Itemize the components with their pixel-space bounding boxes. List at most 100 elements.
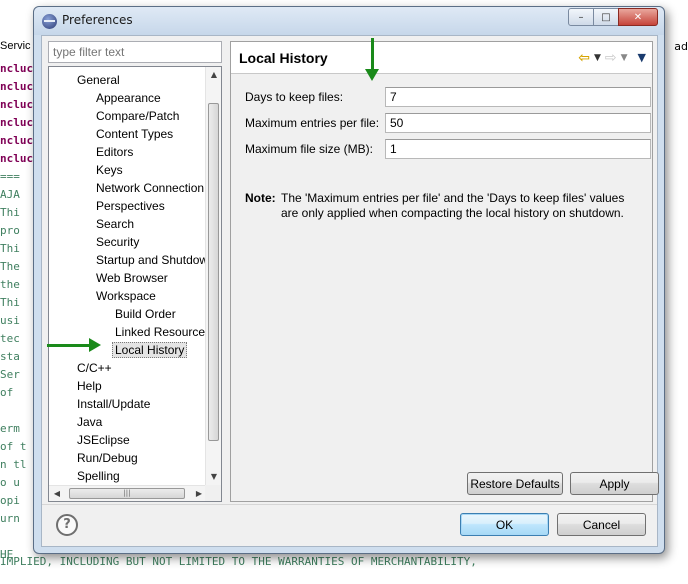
dialog-client: General Appearance Compare/Patch Content Ty… bbox=[41, 35, 659, 547]
tree-item[interactable]: Linked Resources bbox=[115, 323, 207, 341]
tree-item-label: Web Browser bbox=[96, 271, 168, 285]
background-bottom-line: IMPLIED, INCLUDING BUT NOT LIMITED TO TH… bbox=[0, 555, 477, 568]
tree-item-label: Keys bbox=[96, 163, 123, 177]
tree-item[interactable]: General bbox=[77, 71, 120, 89]
minimize-button[interactable]: – bbox=[568, 8, 594, 26]
back-arrow-icon[interactable]: ⇦ bbox=[578, 50, 590, 66]
tree-item-label: Local History bbox=[112, 342, 188, 358]
background-code-line: n tl bbox=[0, 458, 27, 471]
tree-item[interactable]: Network Connection bbox=[96, 179, 204, 197]
tree-item[interactable]: Help bbox=[77, 377, 102, 395]
days-to-keep-label: Days to keep files: bbox=[245, 90, 344, 104]
tree-item[interactable]: Content Types bbox=[96, 125, 173, 143]
background-code-line: of bbox=[0, 386, 14, 399]
background-code-line: pro bbox=[0, 224, 20, 237]
background-code-line: The bbox=[0, 260, 20, 273]
tree-item-label: Java bbox=[77, 415, 103, 429]
back-dropdown-icon[interactable]: ▼ bbox=[594, 50, 601, 66]
tree-item[interactable]: Editors bbox=[96, 143, 133, 161]
tree-item[interactable]: Startup and Shutdown bbox=[96, 251, 207, 269]
page-navigation: ⇦ ▼ ⇨ ▼ ▼ bbox=[574, 50, 646, 66]
background-code-line: Thi bbox=[0, 206, 20, 219]
background-code-line: === bbox=[0, 170, 20, 183]
tree-item[interactable]: Appearance bbox=[96, 89, 161, 107]
dialog-footer: ? OK Cancel bbox=[42, 504, 657, 546]
tree-item[interactable]: Keys bbox=[96, 161, 123, 179]
tree-item[interactable]: Spelling bbox=[77, 467, 120, 485]
tree-item[interactable]: Perspectives bbox=[96, 197, 165, 215]
preference-tree: General Appearance Compare/Patch Content Ty… bbox=[48, 66, 222, 502]
tree-item-label: Install/Update bbox=[77, 397, 151, 411]
ok-button[interactable]: OK bbox=[460, 513, 549, 536]
max-file-size-label: Maximum file size (MB): bbox=[245, 142, 374, 156]
background-code-line: ncluc bbox=[0, 134, 34, 147]
scroll-down-icon[interactable]: ▼ bbox=[206, 469, 221, 485]
tree-horizontal-scrollbar[interactable]: ◀ ||| ▶ bbox=[49, 485, 207, 501]
tree-item-label: Linked Resources bbox=[115, 325, 207, 339]
apply-button[interactable]: Apply bbox=[570, 472, 659, 495]
tree-item[interactable]: Workspace bbox=[96, 287, 156, 305]
hscroll-thumb[interactable]: ||| bbox=[69, 488, 185, 499]
close-button[interactable]: ✕ bbox=[618, 8, 658, 26]
tree-item[interactable]: Run/Debug bbox=[77, 449, 138, 467]
restore-defaults-button[interactable]: Restore Defaults bbox=[467, 472, 563, 495]
max-entries-input[interactable] bbox=[385, 113, 651, 133]
tree-item[interactable]: Security bbox=[96, 233, 139, 251]
background-code-line: the bbox=[0, 278, 20, 291]
background-code-line: o u bbox=[0, 476, 20, 489]
annotation-arrow-left bbox=[47, 338, 101, 352]
background-code-line: ncluc bbox=[0, 116, 34, 129]
tree-item-label: Workspace bbox=[96, 289, 156, 303]
tree-item-label: Appearance bbox=[96, 91, 161, 105]
tree-item-label: Startup and Shutdown bbox=[96, 253, 207, 267]
background-code-line: erm bbox=[0, 422, 20, 435]
filter-input[interactable] bbox=[48, 41, 222, 63]
tree-item-label: Search bbox=[96, 217, 135, 231]
annotation-arrow-top bbox=[365, 38, 379, 81]
tree-item-label: Build Order bbox=[115, 307, 176, 321]
cancel-button[interactable]: Cancel bbox=[557, 513, 646, 536]
tree-item[interactable]: JSEclipse bbox=[77, 431, 130, 449]
background-code-line: Thi bbox=[0, 242, 20, 255]
tree-item[interactable]: Java bbox=[77, 413, 102, 431]
background-top-fragment: Servic bbox=[0, 40, 31, 52]
days-to-keep-input[interactable] bbox=[385, 87, 651, 107]
tree-item[interactable]: Install/Update bbox=[77, 395, 150, 413]
background-code-line: of t bbox=[0, 440, 27, 453]
tree-item-label: Content Types bbox=[96, 127, 174, 141]
background-code-line: sta bbox=[0, 350, 20, 363]
title-bar[interactable]: Preferences – □ ✕ bbox=[34, 7, 664, 35]
scroll-left-icon[interactable]: ◀ bbox=[49, 486, 65, 501]
window-controls: – □ ✕ bbox=[568, 8, 658, 26]
max-file-size-input[interactable] bbox=[385, 139, 651, 159]
help-icon[interactable]: ? bbox=[56, 514, 78, 536]
maximize-button[interactable]: □ bbox=[593, 8, 619, 26]
tree-item[interactable]: Web Browser bbox=[96, 269, 168, 287]
tree-item[interactable]: Local History bbox=[112, 341, 188, 359]
background-code-line: urn bbox=[0, 512, 20, 525]
background-code-line: AJA bbox=[0, 188, 20, 201]
background-code-line: usi bbox=[0, 314, 20, 327]
background-code-line: ncluc bbox=[0, 152, 34, 165]
tree-item-label: Help bbox=[77, 379, 102, 393]
tree-item[interactable]: Compare/Patch bbox=[96, 107, 179, 125]
scroll-corner bbox=[205, 485, 221, 501]
max-entries-label: Maximum entries per file: bbox=[245, 116, 380, 130]
forward-arrow-icon[interactable]: ⇨ bbox=[605, 50, 617, 66]
scroll-up-icon[interactable]: ▲ bbox=[206, 67, 221, 83]
tree-vertical-scrollbar[interactable]: ▲ ▼ bbox=[205, 67, 221, 485]
tree-item[interactable]: C/C++ bbox=[77, 359, 112, 377]
view-menu-icon[interactable]: ▼ bbox=[638, 50, 646, 66]
scroll-thumb[interactable] bbox=[208, 103, 219, 441]
tree-item[interactable]: Build Order bbox=[115, 305, 176, 323]
background-code-line: opi bbox=[0, 494, 20, 507]
window-title: Preferences bbox=[62, 13, 133, 27]
tree-item-label: C/C++ bbox=[77, 361, 112, 375]
note-label: Note: bbox=[245, 191, 276, 205]
page-header: Local History ⇦ ▼ ⇨ ▼ ▼ bbox=[231, 42, 652, 74]
tree-item-label: JSEclipse bbox=[77, 433, 130, 447]
tree-item-label: General bbox=[77, 73, 120, 87]
forward-dropdown-icon[interactable]: ▼ bbox=[621, 50, 628, 66]
tree-item[interactable]: Search bbox=[96, 215, 134, 233]
tree-item-label: Run/Debug bbox=[77, 451, 138, 465]
